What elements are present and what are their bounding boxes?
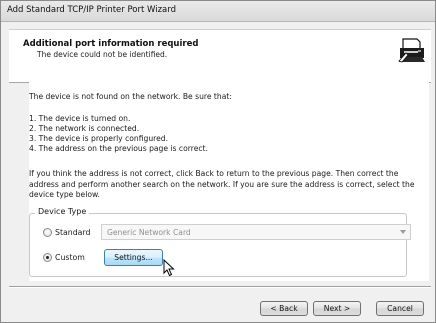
checklist-item: 4. The address on the previous page is c… [29, 144, 208, 153]
back-button[interactable]: < Back [260, 301, 308, 316]
title-bar[interactable]: Add Standard TCP/IP Printer Port Wizard [1, 1, 435, 22]
checklist-item: 3. The device is properly configured. [29, 134, 168, 143]
device-type-group [29, 213, 407, 277]
standard-radio[interactable] [43, 228, 52, 237]
header-subtitle: The device could not be identified. [37, 50, 168, 59]
custom-radio-label[interactable]: Custom [55, 253, 85, 262]
intro-text: The device is not found on the network. … [29, 92, 232, 101]
wizard-window: Add Standard TCP/IP Printer Port Wizard … [0, 0, 436, 323]
dropdown-value: Generic Network Card [107, 228, 191, 237]
standard-radio-label[interactable]: Standard [55, 228, 90, 237]
footer-divider [9, 286, 431, 288]
chevron-down-icon [400, 230, 406, 234]
header-panel: Additional port information required The… [9, 29, 431, 83]
settings-button[interactable]: Settings... [104, 249, 163, 266]
window-title: Add Standard TCP/IP Printer Port Wizard [7, 5, 177, 15]
mouse-cursor-icon [163, 259, 175, 277]
checklist-item: 1. The device is turned on. [29, 114, 131, 123]
custom-radio[interactable] [43, 253, 52, 262]
printer-icon [397, 35, 427, 65]
cancel-button[interactable]: Cancel [376, 301, 424, 316]
instructions-text: If you think the address is not correct,… [29, 169, 415, 199]
checklist-item: 2. The network is connected. [29, 124, 140, 133]
radio-selected-dot [46, 256, 49, 259]
device-type-legend: Device Type [35, 207, 90, 216]
standard-device-dropdown[interactable]: Generic Network Card [101, 224, 411, 240]
header-title: Additional port information required [23, 39, 199, 49]
next-button[interactable]: Next > [313, 301, 361, 316]
